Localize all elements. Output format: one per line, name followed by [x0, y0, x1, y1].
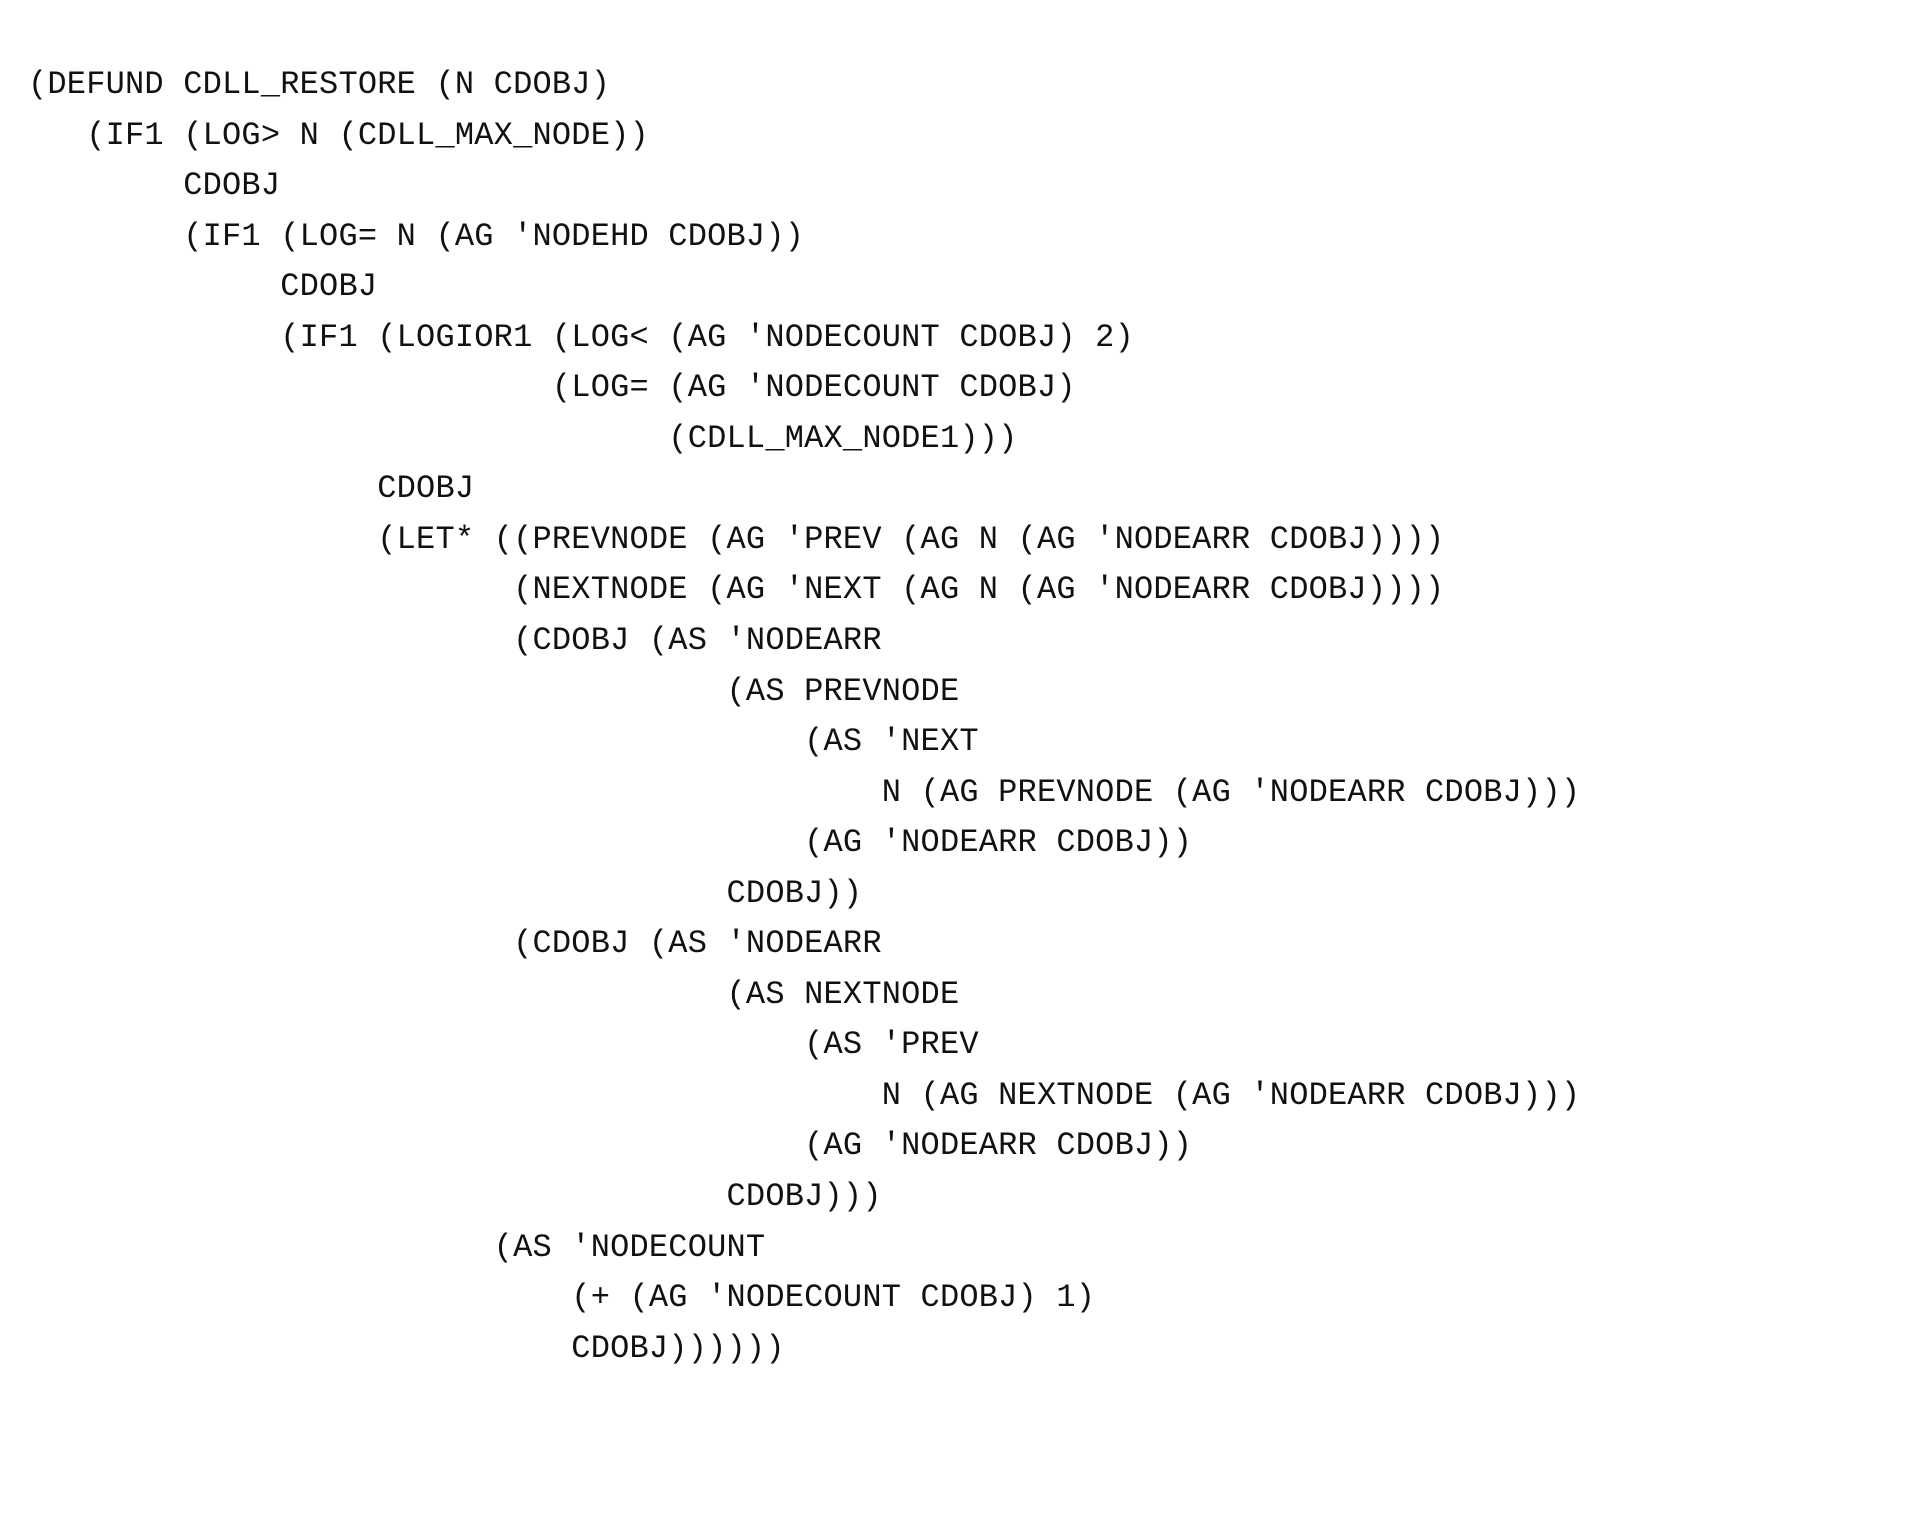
code-content: (DEFUND CDLL_RESTORE (N CDOBJ) (IF1 (LOG… — [28, 66, 1580, 1367]
code-listing: (DEFUND CDLL_RESTORE (N CDOBJ) (IF1 (LOG… — [0, 32, 1920, 1384]
